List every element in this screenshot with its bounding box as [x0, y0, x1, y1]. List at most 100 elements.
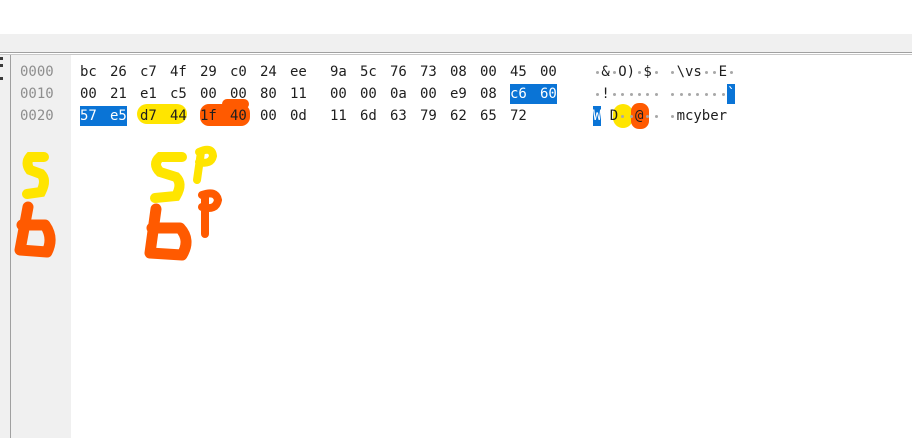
row-offset: 0010 [20, 86, 54, 102]
hex-byte[interactable]: c7 [140, 62, 157, 82]
hex-byte[interactable]: 11 [290, 84, 307, 104]
ascii-nonprint-dot [612, 71, 616, 74]
ascii-char[interactable]: $ [643, 62, 651, 82]
hex-byte[interactable]: 00 [200, 84, 217, 104]
ascii-char[interactable]: ` [727, 84, 736, 104]
hex-byte[interactable]: 00 [330, 84, 347, 104]
ascii-nonprint-dot [629, 115, 633, 118]
hex-byte[interactable]: 00 [80, 84, 97, 104]
hex-byte[interactable]: 00 [480, 62, 497, 82]
ascii-nonprint-dot [671, 71, 675, 74]
hex-byte[interactable]: 80 [260, 84, 277, 104]
ascii-nonprint-dot [612, 93, 616, 96]
hex-byte[interactable]: 0d [290, 106, 307, 126]
row-offset: 0000 [20, 64, 54, 80]
ascii-nonprint-dot [688, 93, 691, 96]
hex-byte[interactable]: e5 [110, 106, 127, 126]
hex-byte[interactable]: c5 [170, 84, 187, 104]
ascii-nonprint-dot [638, 71, 641, 74]
ascii-char[interactable]: r [719, 106, 727, 126]
hex-byte[interactable]: 44 [170, 106, 187, 126]
hex-byte[interactable]: 79 [420, 106, 437, 126]
ascii-nonprint-dot [654, 115, 658, 118]
hex-byte[interactable]: 00 [420, 84, 437, 104]
ascii-char[interactable]: D [610, 106, 618, 126]
orange-p-glyph [198, 189, 223, 238]
hex-byte[interactable]: 5c [360, 62, 377, 82]
ascii-char[interactable]: s [693, 62, 701, 82]
left-frame-marker [0, 57, 3, 60]
hex-byte[interactable]: 00 [260, 106, 277, 126]
ascii-nonprint-dot [629, 93, 633, 96]
orange-b-glyph [144, 203, 192, 261]
hex-byte[interactable]: 00 [230, 84, 247, 104]
hex-byte[interactable]: 72 [510, 106, 527, 126]
hex-byte[interactable]: 40 [230, 106, 247, 126]
ascii-char[interactable]: e [710, 106, 718, 126]
hex-byte[interactable]: 21 [110, 84, 127, 104]
window-top-area [0, 0, 912, 34]
yellow-s-glyph [150, 152, 187, 203]
ascii-char[interactable]: W [593, 106, 602, 126]
hex-byte[interactable]: 63 [390, 106, 407, 126]
ascii-char[interactable]: & [601, 62, 609, 82]
hex-byte[interactable]: 0a [390, 84, 407, 104]
hex-byte[interactable]: c0 [230, 62, 247, 82]
ascii-nonprint-dot [704, 93, 708, 96]
hex-byte[interactable]: 00 [360, 84, 377, 104]
hex-byte[interactable]: 9a [330, 62, 347, 82]
hex-byte[interactable]: 45 [510, 62, 527, 82]
ascii-nonprint-dot [646, 93, 650, 96]
hex-byte[interactable]: 08 [480, 84, 497, 104]
toolbar-strip [0, 34, 912, 52]
ascii-nonprint-dot [721, 93, 725, 96]
ascii-char[interactable]: O [618, 62, 626, 82]
hex-byte[interactable]: d7 [140, 106, 157, 126]
hex-byte[interactable]: c6 [510, 84, 540, 104]
ascii-char[interactable]: ! [601, 84, 609, 104]
ascii-nonprint-dot [713, 93, 717, 96]
yellow-p-glyph [193, 145, 218, 184]
ascii-char[interactable]: v [685, 62, 693, 82]
ascii-char[interactable]: b [702, 106, 710, 126]
ascii-char[interactable]: E [719, 62, 727, 82]
ascii-char[interactable]: \ [677, 62, 685, 82]
ascii-char[interactable]: @ [635, 106, 643, 126]
hex-byte[interactable]: bc [80, 62, 97, 82]
hex-byte[interactable]: 76 [390, 62, 407, 82]
ascii-char[interactable]: ) [627, 62, 635, 82]
hex-byte[interactable]: ee [290, 62, 307, 82]
hex-byte[interactable]: 6d [360, 106, 377, 126]
ascii-nonprint-dot [596, 93, 599, 96]
ascii-nonprint-dot [679, 93, 683, 96]
hex-byte[interactable]: 26 [110, 62, 127, 82]
hex-byte[interactable]: e9 [450, 84, 467, 104]
hex-byte[interactable]: 4f [170, 62, 187, 82]
hex-byte[interactable]: 60 [540, 84, 557, 104]
ascii-nonprint-dot [730, 71, 733, 74]
left-frame-marker [0, 64, 3, 67]
ascii-nonprint-dot [621, 93, 625, 96]
hex-byte[interactable]: e1 [140, 84, 157, 104]
hex-byte[interactable]: 00 [540, 62, 557, 82]
hex-byte[interactable]: 57 [80, 106, 110, 126]
hex-byte[interactable]: 73 [420, 62, 437, 82]
ascii-nonprint-dot [604, 115, 608, 118]
hex-byte[interactable]: 11 [330, 106, 347, 126]
ascii-nonprint-dot [713, 71, 717, 74]
ascii-char[interactable]: c [685, 106, 693, 126]
ascii-char[interactable]: m [677, 106, 685, 126]
hex-byte[interactable]: 29 [200, 62, 217, 82]
pane-border-inner [0, 54, 912, 55]
hex-byte[interactable]: 08 [450, 62, 467, 82]
left-frame-marker [0, 77, 3, 80]
hex-byte[interactable]: 24 [260, 62, 277, 82]
hex-byte[interactable]: 1f [200, 106, 217, 126]
ascii-nonprint-dot [696, 93, 700, 96]
ascii-nonprint-dot [638, 93, 641, 96]
ascii-nonprint-dot [654, 93, 658, 96]
ascii-nonprint-dot [654, 71, 658, 74]
ascii-char[interactable]: y [693, 106, 701, 126]
hex-byte[interactable]: 62 [450, 106, 467, 126]
hex-byte[interactable]: 65 [480, 106, 497, 126]
